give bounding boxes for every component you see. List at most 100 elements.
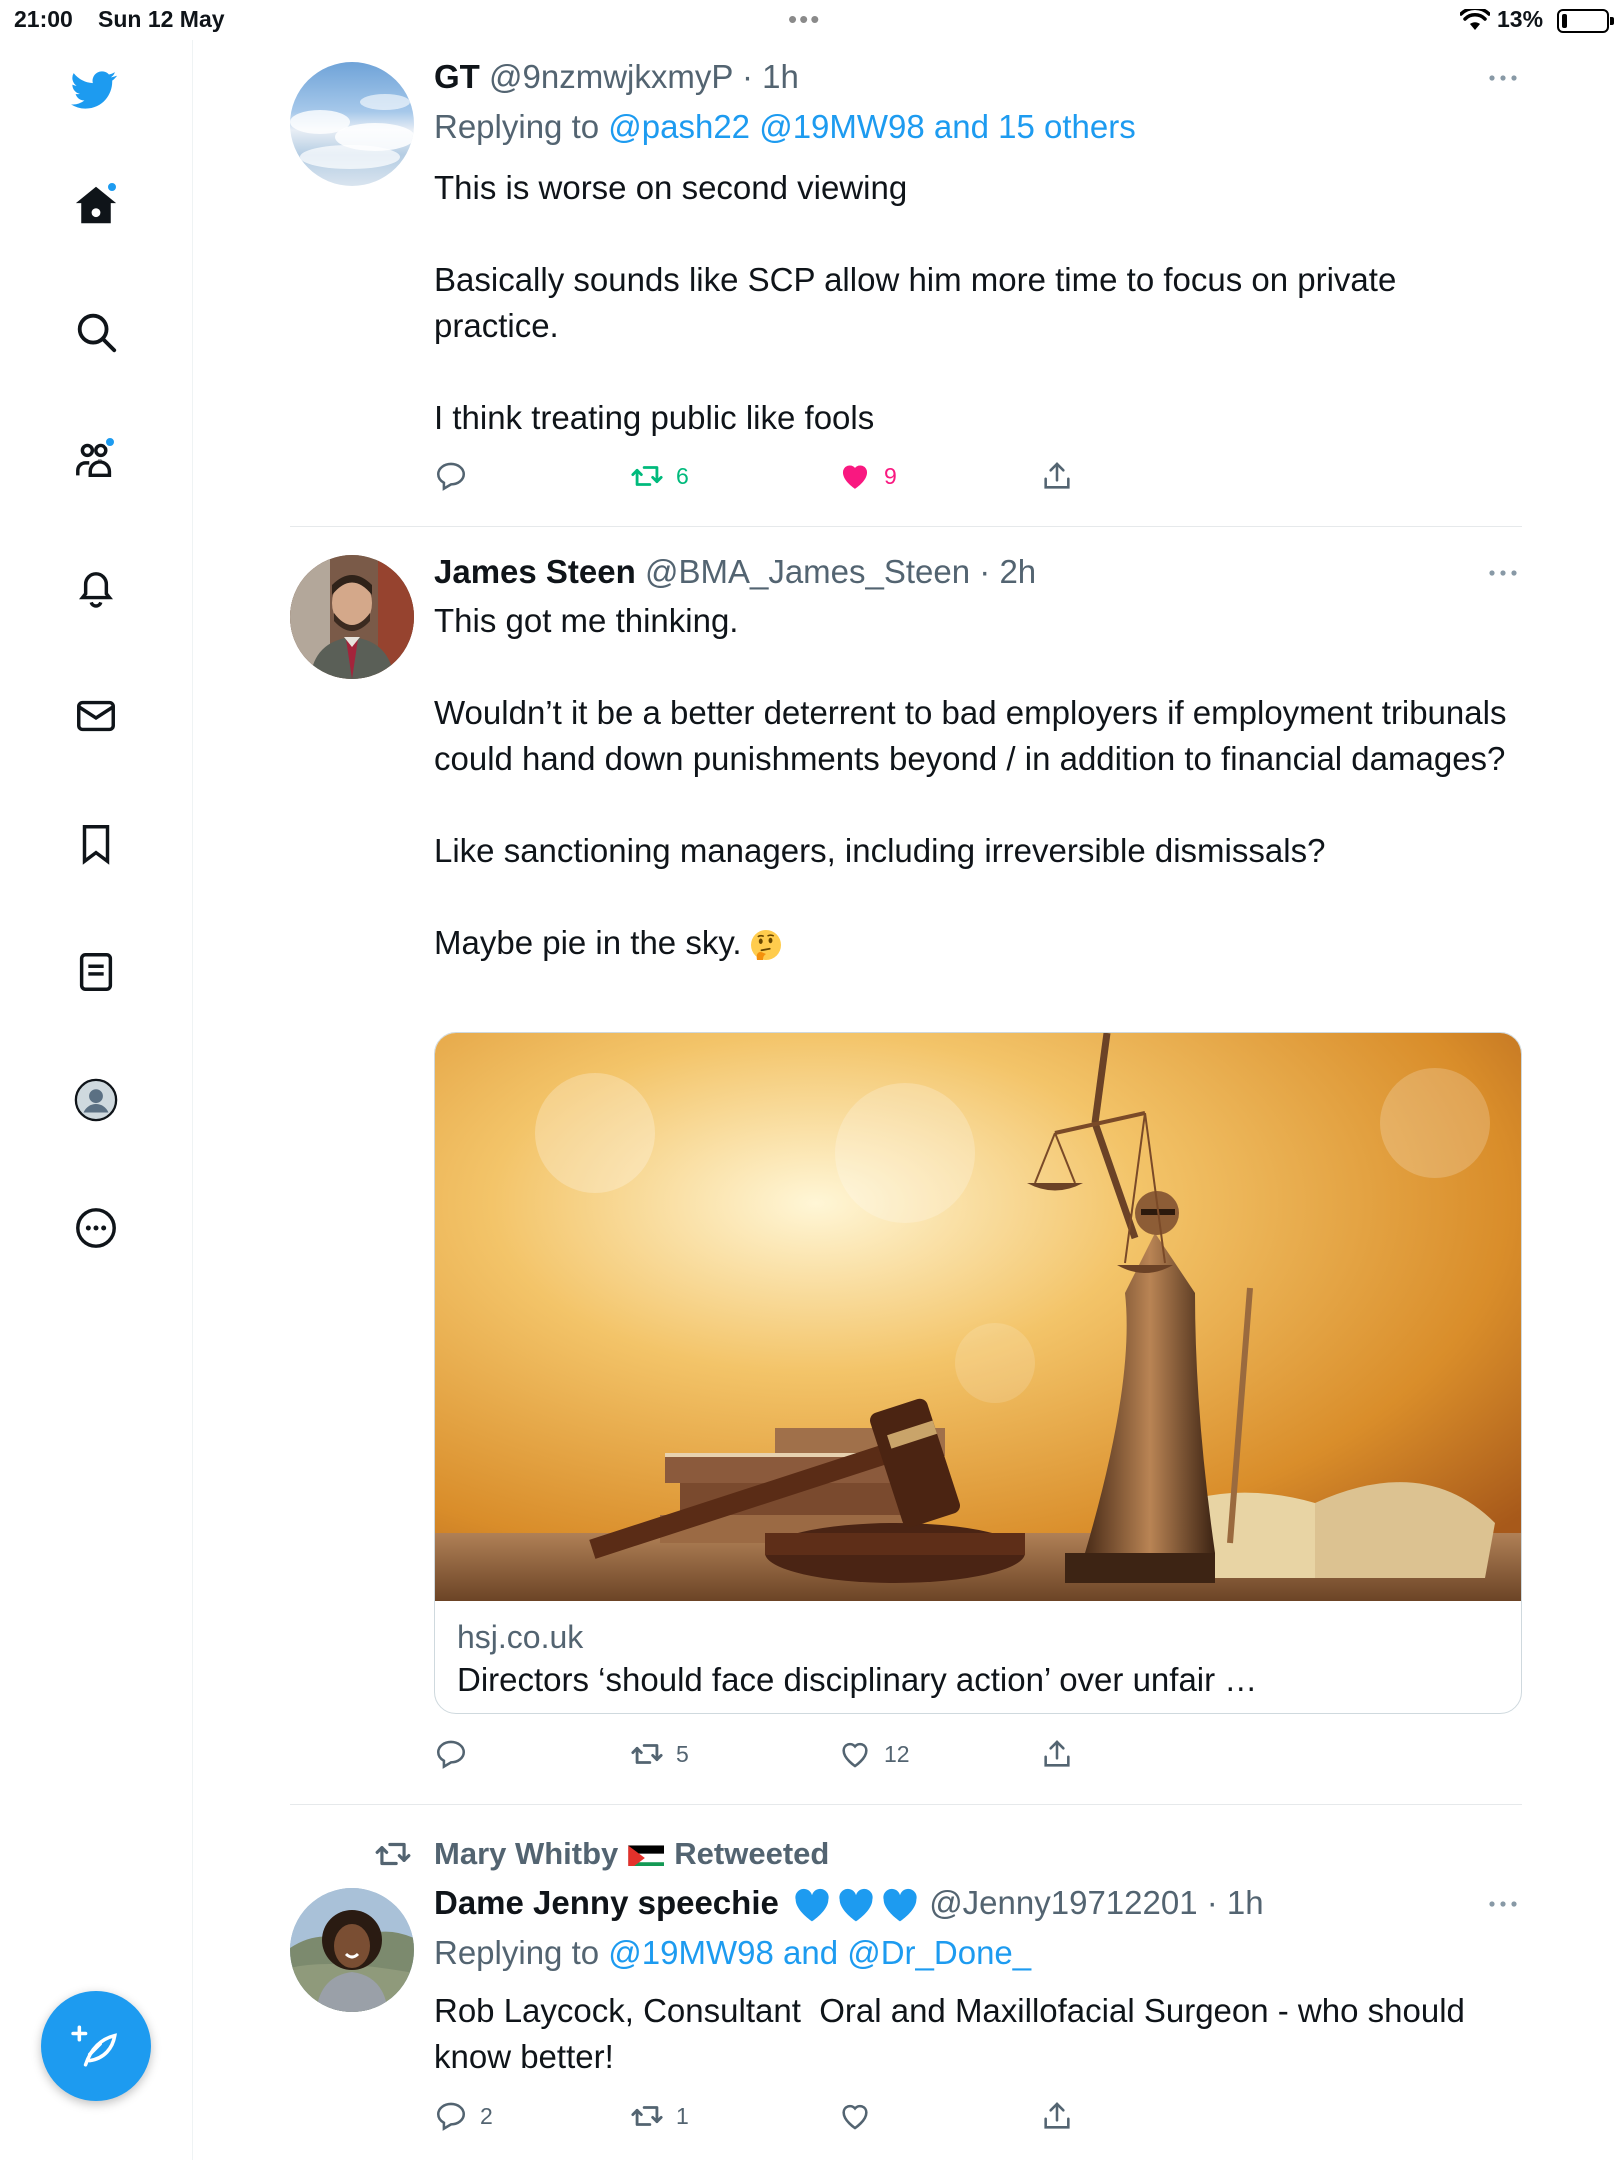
- sidebar-item-more[interactable]: [68, 1200, 124, 1256]
- sidebar-item-home[interactable]: [68, 177, 124, 233]
- share-button[interactable]: [1040, 1734, 1086, 1774]
- retweet-icon: [631, 2106, 663, 2126]
- search-icon: [77, 313, 117, 353]
- battery-icon: [1557, 9, 1614, 33]
- tweet-more-icon[interactable]: [1487, 73, 1519, 83]
- multitasking-dots-icon[interactable]: •••: [788, 4, 821, 35]
- status-date: Sun 12 May: [98, 6, 225, 32]
- status-time: 21:00: [14, 6, 73, 32]
- share-icon: [1044, 1740, 1070, 1767]
- avatar-man-photo: [290, 555, 414, 679]
- replying-to-users[interactable]: @19MW98 and @Dr_Done_: [608, 1934, 1031, 1971]
- palestine-flag-icon: [628, 1842, 665, 1866]
- retweet-count: 6: [676, 462, 689, 489]
- avatar-dame-jenny[interactable]: [290, 1888, 414, 2012]
- tweet-text: This is worse on second viewing Basicall…: [434, 169, 1397, 436]
- retweet-button[interactable]: 6: [630, 456, 689, 496]
- retweet-icon: [631, 1744, 663, 1764]
- heart-icon: [842, 2104, 868, 2130]
- heart-icon: [842, 1742, 868, 1768]
- compose-button[interactable]: [41, 1991, 151, 2101]
- heart-filled-icon: [842, 465, 868, 489]
- tweet-divider: [290, 1804, 1522, 1805]
- tweet-header: GT @9nzmwjkxmyP · 1h: [434, 58, 799, 96]
- avatar-gt[interactable]: [290, 62, 414, 186]
- sidebar-item-explore[interactable]: [68, 304, 124, 360]
- author-name[interactable]: James Steen: [434, 553, 636, 590]
- share-button[interactable]: [1040, 456, 1086, 496]
- reply-count: 2: [480, 2102, 493, 2129]
- reply-button[interactable]: [434, 1734, 480, 1774]
- retweet-count: 5: [676, 1740, 689, 1767]
- author-handle[interactable]: @BMA_James_Steen: [645, 553, 970, 590]
- tweet-time[interactable]: · 2h: [979, 553, 1036, 590]
- profile-icon: [74, 1078, 118, 1122]
- retweeted-label: Retweeted: [674, 1836, 830, 1871]
- sidebar-item-notifications[interactable]: [68, 560, 124, 616]
- sidebar-item-profile[interactable]: [68, 1072, 124, 1128]
- reply-icon: [436, 1740, 466, 1769]
- retweet-icon: [375, 1842, 411, 1866]
- tweet-time[interactable]: · 1h: [1207, 1884, 1264, 1921]
- author-name[interactable]: Dame Jenny speechie: [434, 1884, 779, 1921]
- sidebar: [0, 0, 193, 2160]
- tweet-text: Rob Laycock, Consultant Oral and Maxillo…: [434, 1992, 1475, 2075]
- author-handle[interactable]: @9nzmwjkxmyP: [489, 58, 733, 95]
- tweet-header: James Steen @BMA_James_Steen · 2h: [434, 553, 1036, 591]
- sidebar-item-bookmarks[interactable]: [68, 816, 124, 872]
- thinking-face-icon: [750, 930, 781, 961]
- sidebar-item-communities[interactable]: [68, 432, 124, 488]
- like-count: 9: [884, 462, 897, 489]
- tweet-divider: [290, 526, 1522, 527]
- retweeter-name[interactable]: Mary Whitby: [434, 1836, 618, 1872]
- avatar-woman-photo: [290, 1888, 414, 2012]
- replying-to-label: Replying to: [434, 1934, 609, 1971]
- sidebar-item-messages[interactable]: [68, 688, 124, 744]
- replying-to-label: Replying to: [434, 108, 609, 145]
- share-icon: [1044, 462, 1070, 489]
- tweet-time[interactable]: · 1h: [742, 58, 799, 95]
- reply-button[interactable]: [434, 456, 480, 496]
- wifi-icon: [1460, 9, 1490, 30]
- retweet-button[interactable]: 1: [630, 2096, 689, 2136]
- reply-icon: [436, 462, 466, 491]
- like-button[interactable]: [838, 2096, 884, 2136]
- reply-button[interactable]: 2: [434, 2096, 493, 2136]
- avatar-james-steen[interactable]: [290, 555, 414, 679]
- sidebar-item-lists[interactable]: [68, 944, 124, 1000]
- tweet-text: This got me thinking. Wouldn’t it be a b…: [434, 598, 1514, 966]
- retweeted-by-header: Mary Whitby Retweeted: [374, 1836, 829, 1872]
- card-image-lady-justice: [435, 1033, 1521, 1601]
- retweet-count: 1: [676, 2102, 689, 2129]
- more-circle-icon: [76, 1208, 116, 1248]
- bell-icon: [78, 572, 114, 608]
- battery-percentage: 13%: [1497, 6, 1544, 32]
- tweet-more-icon[interactable]: [1487, 1899, 1519, 1909]
- blue-heart-icon: [839, 1889, 873, 1922]
- blue-heart-icon: [795, 1889, 829, 1922]
- status-bar: 21:00 Sun 12 May ••• 13%: [0, 0, 1620, 40]
- replying-to-users[interactable]: @pash22 @19MW98 and 15 others: [608, 108, 1135, 145]
- compose-feather-icon: [71, 2025, 117, 2067]
- communities-notification-dot: [104, 436, 116, 448]
- replying-to: Replying to @pash22 @19MW98 and 15 other…: [434, 108, 1136, 146]
- battery-level: [1562, 14, 1567, 28]
- share-button[interactable]: [1040, 2096, 1086, 2136]
- avatar-clouds-image: [290, 94, 414, 169]
- author-name[interactable]: GT: [434, 58, 480, 95]
- retweet-button[interactable]: 5: [630, 1734, 689, 1774]
- author-handle[interactable]: @Jenny19712201: [929, 1884, 1197, 1921]
- twitter-logo-icon[interactable]: [66, 62, 122, 118]
- mail-icon: [77, 700, 115, 732]
- blue-heart-icon: [883, 1889, 917, 1922]
- like-button[interactable]: 12: [838, 1734, 910, 1774]
- tweet-more-icon[interactable]: [1487, 568, 1519, 578]
- tweet-text-body: This got me thinking. Wouldn’t it be a b…: [434, 602, 1507, 961]
- share-icon: [1044, 2102, 1070, 2129]
- bookmark-icon: [82, 825, 110, 865]
- link-card[interactable]: hsj.co.uk Directors ‘should face discipl…: [434, 1032, 1522, 1714]
- tweet-header: Dame Jenny speechie @Jenny19712201 · 1h: [434, 1884, 1264, 1923]
- like-button[interactable]: 9: [838, 456, 897, 496]
- list-icon: [79, 953, 113, 991]
- card-title: Directors ‘should face disciplinary acti…: [457, 1661, 1258, 1698]
